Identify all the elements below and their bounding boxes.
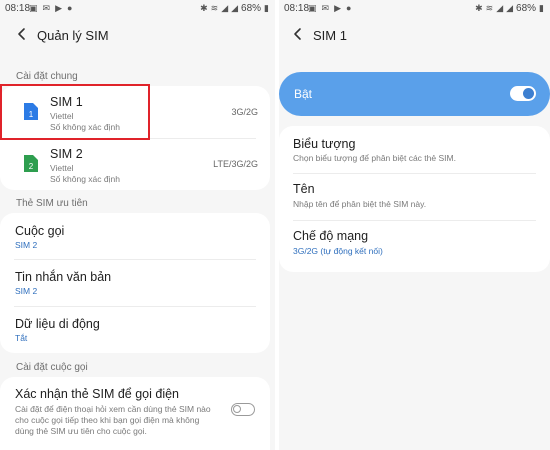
item-value: Tắt [15, 333, 28, 343]
preferred-sim-card: Cuộc gọi SIM 2 Tin nhắn văn bản SIM 2 Dữ… [0, 213, 270, 353]
wifi-icon: ≋ [210, 3, 219, 13]
status-time: 08:18 [5, 3, 31, 14]
section-heading-general: Cài đặt chung [16, 71, 78, 82]
item-label: Tên [293, 182, 315, 196]
confirm-sim-desc-line-1: Cài đặt để điện thoại hỏi xem cần dùng t… [15, 404, 211, 414]
call-settings-card: Xác nhận thẻ SIM để gọi điện Cài đặt để … [0, 377, 270, 450]
item-value: SIM 2 [15, 286, 38, 296]
app-bar: Quản lý SIM [0, 22, 275, 50]
mail-icon: ✉ [321, 3, 330, 13]
item-desc: Nhập tên để phân biệt thẻ SIM này. [293, 199, 427, 209]
sim-manager-screen: 08:18 ▣ ✉ ▶ ● ✱ ≋ ◢ ◢ 68% ▮ Quản lý SIM … [0, 0, 275, 450]
play-icon: ▶ [55, 3, 62, 13]
battery-percent: 68% [241, 3, 262, 14]
sim-card-icon-2: 2 [24, 155, 38, 172]
battery-percent: 68% [516, 3, 537, 14]
item-value: 3G/2G (tự động kết nối) [293, 246, 383, 256]
circle-icon: ● [345, 3, 352, 13]
bluetooth-icon: ✱ [475, 3, 483, 13]
confirm-sim-item[interactable]: Xác nhận thẻ SIM để gọi điện Cài đặt để … [0, 377, 270, 450]
item-value: SIM 2 [15, 240, 38, 250]
confirm-sim-desc-line-3: dùng thẻ SIM ưu tiên cho cuộc gọi. [15, 426, 147, 436]
signal-icon: ◢ [221, 3, 229, 13]
image-icon: ▣ [308, 3, 317, 13]
status-bar: 08:18 ▣ ✉ ▶ ● ✱ ≋ ◢ ◢ 68% ▮ [0, 0, 275, 18]
signal-icon-2: ◢ [231, 3, 239, 13]
bluetooth-icon: ✱ [200, 3, 208, 13]
network-mode-item[interactable]: Chế độ mạng 3G/2G (tự động kết nối) [279, 220, 550, 272]
confirm-sim-label: Xác nhận thẻ SIM để gọi điện [15, 387, 180, 401]
system-icons: ✱ ≋ ◢ ◢ 68% ▮ [475, 3, 544, 14]
section-heading-calls: Cài đặt cuộc gọi [16, 362, 88, 373]
preferred-sms-item[interactable]: Tin nhắn văn bản SIM 2 [0, 259, 270, 306]
battery-icon: ▮ [539, 3, 544, 13]
play-icon: ▶ [334, 3, 341, 13]
icon-setting-item[interactable]: Biểu tượng Chọn biểu tượng để phân biệt … [279, 126, 550, 173]
sim-name: SIM 2 [50, 147, 83, 161]
sim-number: Số không xác định [50, 174, 120, 184]
notification-icons: ▣ ✉ ▶ ● [29, 3, 72, 14]
sim-icon-number-2: 2 [29, 162, 34, 171]
item-label: Dữ liệu di động [15, 317, 100, 331]
preferred-data-item[interactable]: Dữ liệu di động Tắt [0, 306, 270, 353]
preferred-calls-item[interactable]: Cuộc gọi SIM 2 [0, 213, 270, 259]
item-label: Chế độ mạng [293, 229, 369, 243]
item-label: Biểu tượng [293, 137, 356, 151]
item-label: Cuộc gọi [15, 224, 65, 238]
item-label: Tin nhắn văn bản [15, 270, 112, 284]
section-heading-preferred: Thẻ SIM ưu tiên [16, 198, 88, 209]
mail-icon: ✉ [42, 3, 51, 13]
page-title: SIM 1 [313, 28, 347, 43]
app-bar: SIM 1 [279, 22, 550, 50]
signal-icon: ◢ [496, 3, 504, 13]
signal-icon-2: ◢ [506, 3, 514, 13]
system-icons: ✱ ≋ ◢ ◢ 68% ▮ [200, 3, 269, 14]
name-setting-item[interactable]: Tên Nhập tên để phân biệt thẻ SIM này. [279, 173, 550, 220]
notification-icons: ▣ ✉ ▶ ● [308, 3, 351, 14]
circle-icon: ● [66, 3, 73, 13]
item-desc: Chọn biểu tượng để phân biệt các thẻ SIM… [293, 153, 456, 163]
sim-enable-label: Bật [294, 87, 313, 101]
back-arrow-icon[interactable] [14, 26, 30, 42]
status-time: 08:18 [284, 3, 310, 14]
toggle-knob [233, 405, 241, 413]
screenshot: 08:18 ▣ ✉ ▶ ● ✱ ≋ ◢ ◢ 68% ▮ Quản lý SIM … [0, 0, 550, 450]
confirm-sim-desc-line-2: cho cuộc gọi tiếp theo khi bạn gọi điện … [15, 415, 200, 425]
battery-icon: ▮ [264, 3, 269, 13]
sim1-options-card: Biểu tượng Chọn biểu tượng để phân biệt … [279, 126, 550, 272]
sim-carrier: Viettel [50, 163, 74, 173]
sim1-settings-screen: 08:18 ▣ ✉ ▶ ● ✱ ≋ ◢ ◢ 68% ▮ SIM 1 Bật Bi… [279, 0, 550, 450]
confirm-sim-toggle[interactable] [231, 403, 255, 416]
sim-network-type: 3G/2G [231, 107, 258, 117]
page-title: Quản lý SIM [37, 28, 109, 43]
sim-enable-toggle[interactable] [510, 86, 536, 101]
wifi-icon: ≋ [485, 3, 494, 13]
image-icon: ▣ [29, 3, 38, 13]
status-bar: 08:18 ▣ ✉ ▶ ● ✱ ≋ ◢ ◢ 68% ▮ [279, 0, 550, 18]
toggle-knob [523, 88, 534, 99]
sim-network-type: LTE/3G/2G [213, 159, 258, 169]
back-arrow-icon[interactable] [290, 26, 306, 42]
sim-item-sim2[interactable]: 2 SIM 2 Viettel Số không xác định LTE/3G… [0, 138, 270, 190]
sim-enable-bar[interactable]: Bật [279, 72, 550, 116]
sim1-highlight-box [0, 84, 150, 140]
